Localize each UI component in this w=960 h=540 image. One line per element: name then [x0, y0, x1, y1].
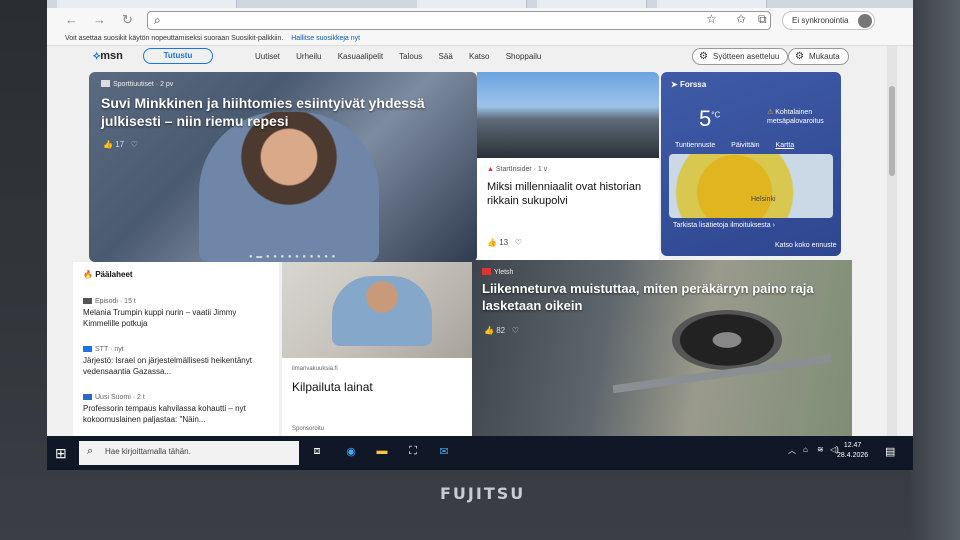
windows-start-icon[interactable]: ⊞: [55, 445, 67, 462]
screen: ← → ↻ ⌕ ☆ ✩ ⧉ Ei synkronointia Voit aset…: [47, 0, 913, 470]
hero-source: Sporttiuutiset · 2 pv: [101, 80, 173, 88]
nav-katso[interactable]: Katso: [469, 52, 489, 61]
clock[interactable]: 12.47 28.4.2026: [837, 441, 868, 461]
top-news-title: 🔥 Päälaheet: [83, 270, 133, 279]
settings-icon: ⚙: [699, 51, 708, 62]
gear-icon: ⚙: [795, 51, 804, 62]
avatar: [858, 14, 873, 28]
nav-uutiset[interactable]: Uutiset: [255, 52, 280, 61]
favorite-star-icon[interactable]: ☆: [706, 12, 717, 26]
customize-button[interactable]: ⚙ Mukauta: [788, 48, 849, 65]
weather-map[interactable]: Helsinki: [669, 154, 833, 218]
nav-saa[interactable]: Sää: [439, 52, 453, 61]
address-bar[interactable]: ⌕: [147, 11, 771, 30]
ad-card[interactable]: ilmarivakuuksia.fi Kilpailuta lainat Spo…: [282, 262, 472, 436]
millennials-title: Miksi millenniaalit ovat historian rikka…: [487, 181, 642, 207]
list-item[interactable]: Episodi · 15 t Melania Trumpin kuppi nur…: [83, 298, 269, 329]
weather-tabs: Tuntiennuste Päivittäin Kartta: [675, 142, 808, 149]
search-icon: ⌕: [154, 13, 161, 27]
favorites-bar: Voit asettaa suosikit käytön nopeuttamis…: [47, 32, 913, 46]
millennials-source: ▲ StartInsider · 1 v: [487, 166, 548, 173]
sponsored-label: Sponsoroitu: [292, 426, 325, 432]
weather-card[interactable]: ➤ Forssa 5°C ⚠ Kohtalainen metsäpalovaro…: [661, 72, 841, 256]
trailer-card[interactable]: Yletsh Liikenneturva muistuttaa, miten p…: [472, 260, 852, 436]
nav-shoppailu[interactable]: Shoppailu: [506, 52, 542, 61]
favorites-icon[interactable]: ✩: [736, 12, 746, 26]
forward-icon[interactable]: →: [93, 12, 106, 27]
trailer-likes[interactable]: 👍 82 ♡: [484, 326, 519, 335]
back-icon[interactable]: ←: [65, 12, 78, 27]
notifications-icon[interactable]: ▤: [885, 445, 895, 458]
trailer-title: Liikenneturva muistuttaa, miten peräkärr…: [482, 281, 814, 313]
carousel-dots[interactable]: ● ▬ ● ● ● ● ● ● ● ● ● ●: [249, 254, 336, 260]
browser-toolbar: ← → ↻ ⌕ ☆ ✩ ⧉ Ei synkronointia: [47, 8, 913, 32]
nav-kasuaalipelit[interactable]: Kasuaalipelit: [338, 52, 383, 61]
browser-tab[interactable]: [537, 0, 647, 8]
trailer-image: [672, 310, 782, 370]
weather-note[interactable]: Tarkista lisätietoja ilmoituksesta ›: [673, 222, 775, 229]
tab-strip: [47, 0, 913, 8]
millennials-likes[interactable]: 👍 13 ♡: [487, 238, 522, 247]
msn-logo[interactable]: ⟡msn: [93, 50, 123, 63]
wifi-icon[interactable]: ≋: [817, 445, 824, 454]
laptop-brand: FUJITSU: [440, 484, 526, 503]
weather-temp: 5°C: [699, 106, 721, 131]
sync-button[interactable]: Ei synkronointia: [782, 11, 876, 30]
weather-location[interactable]: ➤ Forssa: [671, 80, 706, 89]
browser-tab[interactable]: [417, 0, 527, 8]
tray-chevron-icon[interactable]: ︿: [788, 445, 796, 456]
mail-icon[interactable]: ✉: [436, 445, 452, 459]
taskbar-search[interactable]: ⌕ Hae kirjoittamalla tähän.: [79, 441, 299, 465]
list-item[interactable]: Uusi Suomi · 2 t Professorin tempaus kah…: [83, 394, 269, 425]
ad-source: ilmarivakuuksia.fi: [292, 366, 338, 372]
edge-icon[interactable]: ◉: [343, 445, 359, 459]
feed-settings-button[interactable]: ⚙ Syötteen asetteluu: [692, 48, 789, 65]
hero-card[interactable]: Sporttiuutiset · 2 pv Suvi Minkkinen ja …: [89, 72, 477, 262]
tab-paivittain[interactable]: Päivittäin: [731, 142, 759, 149]
hero-likes[interactable]: 👍 17 ♡: [103, 140, 138, 149]
sync-label: Ei synkronointia: [792, 16, 849, 25]
msn-page: ⟡msn Tutustu Uutiset Urheilu Kasuaalipel…: [47, 46, 913, 436]
trailer-source: Yletsh: [482, 268, 513, 276]
taskbar: ⊞ ⌕ Hae kirjoittamalla tähän. ⧈ ◉ ▬ ⛶ ✉ …: [47, 436, 913, 470]
refresh-icon[interactable]: ↻: [122, 12, 133, 28]
nav-urheilu[interactable]: Urheilu: [296, 52, 321, 61]
weather-warning[interactable]: ⚠ Kohtalainen metsäpalovaroitus: [767, 108, 831, 126]
hero-image: [199, 112, 379, 262]
background-edge: [910, 0, 960, 540]
file-explorer-icon[interactable]: ▬: [374, 445, 390, 459]
ad-title: Kilpailuta lainat: [292, 380, 373, 394]
crowd-image: [477, 72, 659, 158]
top-news-card: 🔥 Päälaheet Episodi · 15 t Melania Trump…: [73, 262, 279, 436]
tab-tuntiennuste[interactable]: Tuntiennuste: [675, 142, 715, 149]
store-icon[interactable]: ⛶: [405, 445, 421, 459]
search-placeholder: Hae kirjoittamalla tähän.: [105, 447, 191, 456]
top-nav: Uutiset Urheilu Kasuaalipelit Talous Sää…: [255, 52, 555, 61]
tab-kartta[interactable]: Kartta: [776, 142, 795, 149]
tutustu-button[interactable]: Tutustu: [143, 48, 213, 64]
scrollbar[interactable]: [887, 46, 897, 436]
hero-title: Suvi Minkkinen ja hiihtomies esiintyivät…: [101, 95, 425, 129]
browser-tab[interactable]: [57, 0, 237, 8]
millennials-card[interactable]: ▲ StartInsider · 1 v Miksi millenniaalit…: [477, 72, 659, 262]
list-item[interactable]: STT · nyt Järjestö: Israel on järjestelm…: [83, 346, 269, 377]
search-icon: ⌕: [87, 445, 94, 457]
browser-tab[interactable]: [657, 0, 767, 8]
task-view-icon[interactable]: ⧈: [309, 445, 325, 459]
weather-footer-link[interactable]: Katso koko ennuste: [775, 242, 837, 249]
favorites-link[interactable]: Hallitse suosikkeja nyt: [291, 35, 360, 42]
nav-talous[interactable]: Talous: [399, 52, 422, 61]
family-image: [282, 262, 472, 358]
network-icon[interactable]: ⌂: [803, 445, 808, 454]
favorites-notice: Voit asettaa suosikit käytön nopeuttamis…: [65, 35, 284, 42]
map-city: Helsinki: [751, 196, 776, 203]
collections-icon[interactable]: ⧉: [758, 12, 767, 27]
